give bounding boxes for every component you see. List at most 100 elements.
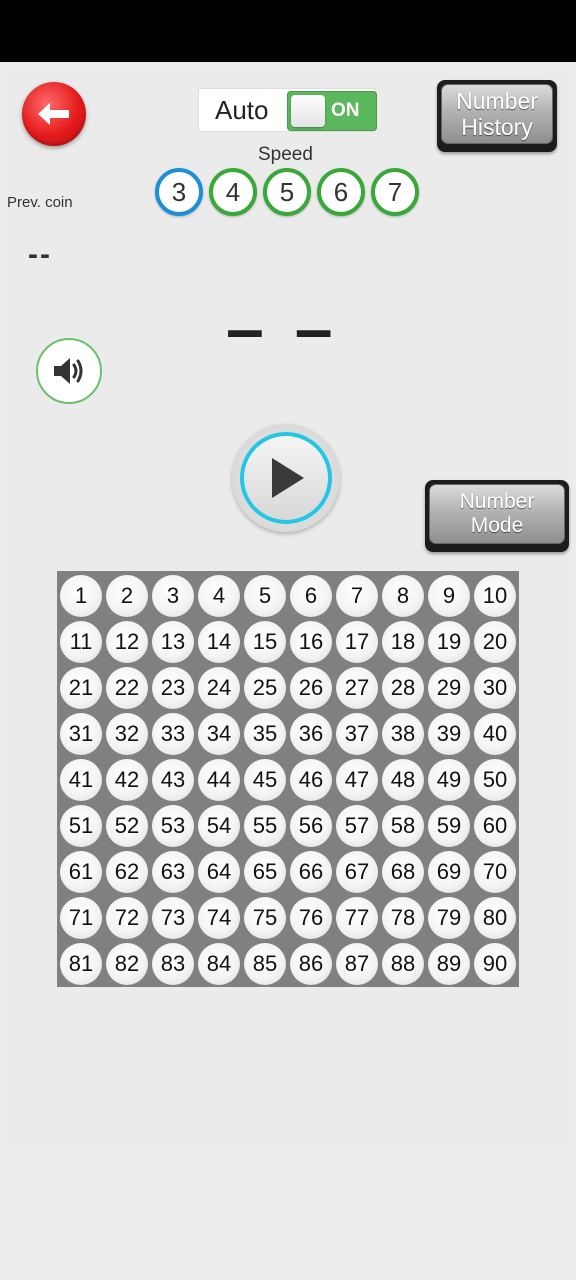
- number-ball: 88: [382, 943, 424, 985]
- auto-toggle-switch[interactable]: ON: [287, 91, 377, 131]
- number-ball: 40: [474, 713, 516, 755]
- number-ball: 81: [60, 943, 102, 985]
- number-ball: 18: [382, 621, 424, 663]
- number-ball: 68: [382, 851, 424, 893]
- number-ball: 76: [290, 897, 332, 939]
- number-ball: 20: [474, 621, 516, 663]
- prev-coin-label: Prev. coin: [7, 194, 73, 211]
- number-ball: 67: [336, 851, 378, 893]
- number-ball: 85: [244, 943, 286, 985]
- number-ball: 87: [336, 943, 378, 985]
- speed-title: Speed: [258, 144, 313, 165]
- speed-option-4[interactable]: 4: [209, 168, 257, 216]
- number-ball: 72: [106, 897, 148, 939]
- number-ball: 78: [382, 897, 424, 939]
- number-ball: 45: [244, 759, 286, 801]
- number-ball: 37: [336, 713, 378, 755]
- speed-option-6[interactable]: 6: [317, 168, 365, 216]
- number-ball: 49: [428, 759, 470, 801]
- number-ball: 32: [106, 713, 148, 755]
- number-ball: 35: [244, 713, 286, 755]
- mode-label-line2: Mode: [470, 514, 524, 537]
- number-ball: 63: [152, 851, 194, 893]
- speed-option-5[interactable]: 5: [263, 168, 311, 216]
- number-ball: 71: [60, 897, 102, 939]
- auto-toggle-box: Auto ON: [198, 88, 377, 132]
- number-ball: 19: [428, 621, 470, 663]
- speed-option-7[interactable]: 7: [371, 168, 419, 216]
- play-button[interactable]: [232, 424, 340, 532]
- number-ball: 46: [290, 759, 332, 801]
- number-ball: 79: [428, 897, 470, 939]
- number-ball: 62: [106, 851, 148, 893]
- status-bar: [0, 0, 576, 62]
- number-ball: 54: [198, 805, 240, 847]
- number-ball: 80: [474, 897, 516, 939]
- number-ball: 23: [152, 667, 194, 709]
- play-icon: [272, 458, 304, 498]
- number-ball: 33: [152, 713, 194, 755]
- number-ball: 77: [336, 897, 378, 939]
- number-ball: 38: [382, 713, 424, 755]
- number-ball: 65: [244, 851, 286, 893]
- toggle-state-text: ON: [331, 100, 360, 121]
- number-ball: 83: [152, 943, 194, 985]
- number-ball: 42: [106, 759, 148, 801]
- number-ball: 5: [244, 575, 286, 617]
- number-ball: 14: [198, 621, 240, 663]
- number-ball: 44: [198, 759, 240, 801]
- number-ball: 50: [474, 759, 516, 801]
- number-ball: 51: [60, 805, 102, 847]
- number-ball: 15: [244, 621, 286, 663]
- history-label-line2: History: [461, 114, 533, 140]
- auto-label: Auto: [215, 95, 269, 125]
- number-ball: 29: [428, 667, 470, 709]
- number-mode-button[interactable]: Number Mode: [425, 480, 569, 552]
- current-number-display: – –: [226, 291, 339, 367]
- number-ball: 36: [290, 713, 332, 755]
- toggle-knob: [291, 95, 325, 127]
- number-ball: 30: [474, 667, 516, 709]
- number-ball: 52: [106, 805, 148, 847]
- number-ball: 41: [60, 759, 102, 801]
- number-ball: 58: [382, 805, 424, 847]
- number-ball: 48: [382, 759, 424, 801]
- sound-toggle-button[interactable]: [36, 338, 102, 404]
- number-ball: 61: [60, 851, 102, 893]
- number-ball: 3: [152, 575, 194, 617]
- number-board: 1 2 3 4 5 6 7 8 9 10 11 12 13 14 15 16 17 18 19 20 21 22 23 24 2…: [57, 571, 519, 987]
- number-mode-button-face: Number Mode: [429, 484, 565, 544]
- play-button-ring: [240, 432, 332, 524]
- number-ball: 73: [152, 897, 194, 939]
- number-ball: 6: [290, 575, 332, 617]
- arrow-left-icon: [38, 103, 69, 125]
- number-history-button[interactable]: Number History: [437, 80, 557, 152]
- number-ball: 64: [198, 851, 240, 893]
- number-ball: 47: [336, 759, 378, 801]
- number-ball: 74: [198, 897, 240, 939]
- number-ball: 59: [428, 805, 470, 847]
- number-ball: 55: [244, 805, 286, 847]
- number-ball: 17: [336, 621, 378, 663]
- number-history-button-face: Number History: [441, 84, 553, 144]
- number-ball: 39: [428, 713, 470, 755]
- number-ball: 12: [106, 621, 148, 663]
- back-button[interactable]: [22, 82, 86, 146]
- number-ball: 57: [336, 805, 378, 847]
- number-ball: 22: [106, 667, 148, 709]
- number-ball: 90: [474, 943, 516, 985]
- number-ball: 82: [106, 943, 148, 985]
- prev-coin-value: --: [28, 238, 52, 271]
- mode-label-line1: Number: [459, 489, 535, 513]
- number-ball: 11: [60, 621, 102, 663]
- speed-option-3[interactable]: 3: [155, 168, 203, 216]
- number-ball: 16: [290, 621, 332, 663]
- number-ball: 2: [106, 575, 148, 617]
- number-ball: 28: [382, 667, 424, 709]
- number-ball: 56: [290, 805, 332, 847]
- number-ball: 60: [474, 805, 516, 847]
- number-ball: 27: [336, 667, 378, 709]
- number-ball: 26: [290, 667, 332, 709]
- number-ball: 7: [336, 575, 378, 617]
- number-ball: 66: [290, 851, 332, 893]
